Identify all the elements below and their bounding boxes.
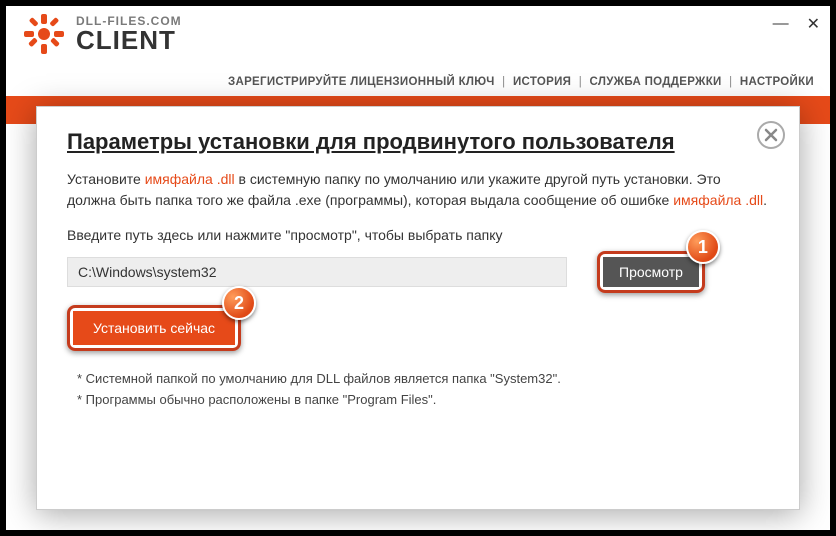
title-bar: DLL-FILES.COM CLIENT — ✕ — [6, 6, 830, 56]
browse-button[interactable]: Просмотр — [603, 257, 699, 287]
browse-callout: Просмотр 1 — [597, 251, 705, 293]
logo-icon — [22, 12, 66, 56]
filename-placeholder: имяфайла .dll — [145, 171, 235, 187]
nav-sep: | — [725, 76, 736, 88]
window-controls: — ✕ — [773, 12, 820, 34]
modal-close-button[interactable] — [757, 121, 785, 149]
modal-title: Параметры установки для продвинутого пол… — [67, 129, 769, 155]
hint-line-1: * Системной папкой по умолчанию для DLL … — [77, 369, 769, 390]
filename-placeholder: имяфайла .dll — [673, 192, 763, 208]
close-window-button[interactable]: ✕ — [807, 14, 820, 34]
install-options-modal: Параметры установки для продвинутого пол… — [36, 106, 800, 510]
modal-description: Установите имяфайла .dll в системную пап… — [67, 169, 769, 211]
desc-prefix: Установите — [67, 171, 145, 187]
hint-line-2: * Программы обычно расположены в папке "… — [77, 390, 769, 411]
minimize-button[interactable]: — — [773, 15, 789, 33]
path-input-row: Просмотр 1 — [67, 251, 769, 293]
nav-support[interactable]: СЛУЖБА ПОДДЕРЖКИ — [590, 76, 722, 88]
nav-settings[interactable]: НАСТРОЙКИ — [740, 76, 814, 88]
brand: DLL-FILES.COM CLIENT — [22, 12, 182, 56]
nav-sep: | — [575, 76, 586, 88]
annotation-marker-2: 2 — [222, 286, 256, 320]
hints: * Системной папкой по умолчанию для DLL … — [77, 369, 769, 411]
install-now-button[interactable]: Установить сейчас — [73, 311, 235, 345]
brand-bottom-text: CLIENT — [76, 27, 182, 53]
nav-register[interactable]: ЗАРЕГИСТРИРУЙТЕ ЛИЦЕНЗИОННЫЙ КЛЮЧ — [228, 76, 495, 88]
nav-history[interactable]: ИСТОРИЯ — [513, 76, 571, 88]
path-input-label: Введите путь здесь или нажмите "просмотр… — [67, 227, 769, 243]
desc-suffix: . — [763, 192, 767, 208]
close-icon — [764, 128, 778, 142]
install-path-input[interactable] — [67, 257, 567, 287]
nav-sep: | — [498, 76, 509, 88]
nav-links: ЗАРЕГИСТРИРУЙТЕ ЛИЦЕНЗИОННЫЙ КЛЮЧ | ИСТО… — [6, 56, 830, 96]
app-window: DLL-FILES.COM CLIENT — ✕ ЗАРЕГИСТРИРУЙТЕ… — [0, 0, 836, 536]
install-callout: Установить сейчас 2 — [67, 305, 241, 351]
annotation-marker-1: 1 — [686, 230, 720, 264]
